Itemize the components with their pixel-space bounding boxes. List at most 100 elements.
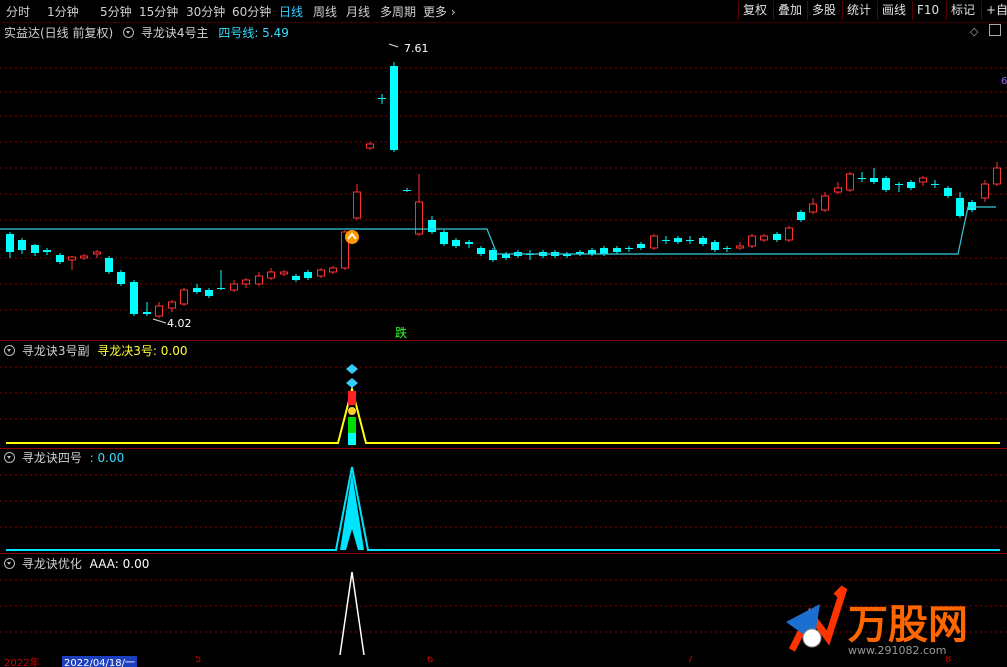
- candle-body-up: [821, 195, 829, 211]
- main-grid: [0, 67, 1007, 311]
- right-marker: 6: [1001, 76, 1007, 87]
- candle-body-down: [931, 184, 939, 185]
- high-pointer-line: [388, 43, 399, 48]
- period-tab-30min[interactable]: 30分钟: [186, 3, 225, 20]
- candle-body-up: [846, 173, 854, 191]
- candle-body-down: [858, 178, 866, 179]
- main-candlestick-chart[interactable]: 7.61 4.02 跌 6: [0, 22, 1007, 340]
- month-tick-7: 7: [687, 656, 694, 665]
- candle-body-up: [267, 271, 275, 279]
- period-toolbar: 分时 1分钟 5分钟 15分钟 30分钟 60分钟 日线 周线 月线 多周期 更…: [0, 0, 1007, 23]
- red-bar: [348, 391, 356, 405]
- draw-line-button[interactable]: 画线: [877, 1, 910, 20]
- candle-body-down: [452, 240, 460, 246]
- date-axis-bar: 2022年 2022/04/18/一 5 6 7 8: [0, 656, 1007, 667]
- candle-body-down: [117, 272, 125, 284]
- stats-button[interactable]: 统计: [842, 1, 875, 20]
- candle-body-up: [329, 267, 337, 273]
- candle-body-up: [919, 177, 927, 183]
- candle-body-down: [723, 248, 731, 249]
- buy-signal-icon: [345, 230, 359, 244]
- watermark-url: www.291082.com: [848, 644, 946, 656]
- candle-body-up: [317, 269, 325, 277]
- candle-body-down: [56, 255, 64, 262]
- candle-body-down: [699, 238, 707, 244]
- add-watchlist-button[interactable]: +自选: [981, 1, 1007, 20]
- period-tab-multi[interactable]: 多周期: [380, 3, 416, 20]
- overlay-button[interactable]: 叠加: [773, 1, 806, 20]
- candle-body-down: [130, 282, 138, 314]
- fuquan-button[interactable]: 复权: [738, 1, 771, 20]
- period-tab-week[interactable]: 周线: [313, 3, 337, 20]
- panel3-chart[interactable]: [0, 449, 1007, 554]
- more-label: 更多: [423, 5, 448, 19]
- candle-body-down: [105, 258, 113, 272]
- candle-body-down: [686, 240, 694, 241]
- chevron-right-icon: ›: [447, 5, 456, 19]
- candle-body-down: [956, 198, 964, 216]
- yellow-line: [6, 385, 1000, 444]
- candle-body-down: [674, 238, 682, 242]
- candle-body-down: [968, 202, 976, 210]
- period-tab-more[interactable]: 更多 ›: [423, 3, 456, 20]
- period-tab-60min[interactable]: 60分钟: [232, 3, 271, 20]
- candle-body-down: [465, 242, 473, 244]
- candle-body-down: [477, 248, 485, 254]
- watermark-logo: 万股网 www.291082.com: [786, 585, 968, 656]
- panel2-grid: [0, 366, 1007, 420]
- month-tick-5: 5: [195, 656, 202, 665]
- candle-body-down: [6, 234, 14, 252]
- period-tab-fenshi[interactable]: 分时: [6, 3, 30, 20]
- candle-body-up: [834, 187, 842, 193]
- candle-body-up: [809, 203, 817, 213]
- multi-stock-button[interactable]: 多股: [807, 1, 840, 20]
- period-tab-5min[interactable]: 5分钟: [100, 3, 132, 20]
- candle-body-down: [613, 248, 621, 252]
- candle-body-down: [205, 290, 213, 296]
- candle-body-up: [93, 251, 101, 255]
- candle-body-down: [600, 248, 608, 254]
- candle-body-down: [43, 250, 51, 252]
- candle-body-down: [428, 220, 436, 232]
- candle-body-up: [230, 283, 238, 291]
- butterfly-icon: [346, 378, 358, 388]
- candle-body-up: [155, 305, 163, 317]
- candle-body-up: [760, 235, 768, 241]
- panel4-chart[interactable]: 万股网 www.291082.com: [0, 554, 1007, 656]
- period-tab-15min[interactable]: 15分钟: [139, 3, 178, 20]
- candle-body-up: [366, 143, 374, 149]
- candle-body-up: [785, 227, 793, 241]
- butterfly-top-icon: [346, 364, 358, 374]
- period-tab-1min[interactable]: 1分钟: [47, 3, 79, 20]
- logo-ball-icon: [802, 628, 822, 648]
- candle-body-down: [292, 276, 300, 280]
- four-line-indicator: [0, 206, 996, 255]
- candle-body-down: [637, 244, 645, 248]
- candle-body-up: [981, 183, 989, 199]
- candle-body-down: [773, 234, 781, 240]
- candle-body-down: [711, 242, 719, 250]
- month-tick-8: 8: [945, 656, 952, 665]
- month-tick-6: 6: [427, 656, 434, 665]
- year-label: 2022年: [4, 658, 40, 667]
- period-tab-month[interactable]: 月线: [346, 3, 370, 20]
- low-pointer-line: [152, 318, 167, 324]
- candles-group: [6, 62, 1001, 318]
- candle-body-up: [255, 275, 263, 285]
- candle-body-up: [353, 191, 361, 219]
- period-tab-day[interactable]: 日线: [279, 3, 303, 20]
- candle-body-down: [882, 178, 890, 190]
- panel2-chart[interactable]: [0, 341, 1007, 448]
- candle-body-down: [907, 182, 915, 188]
- candle-body-up: [68, 256, 76, 261]
- candle-body-down: [662, 240, 670, 241]
- high-price-label: 7.61: [404, 42, 429, 55]
- watermark-brand: 万股网: [848, 602, 968, 648]
- mark-button[interactable]: 标记: [946, 1, 979, 20]
- candle-body-up: [242, 279, 250, 285]
- candle-body-down: [625, 248, 633, 249]
- candle-body-up: [650, 235, 658, 249]
- candle-body-down: [895, 184, 903, 185]
- candle-body-up: [736, 245, 744, 249]
- f10-button[interactable]: F10: [912, 1, 943, 20]
